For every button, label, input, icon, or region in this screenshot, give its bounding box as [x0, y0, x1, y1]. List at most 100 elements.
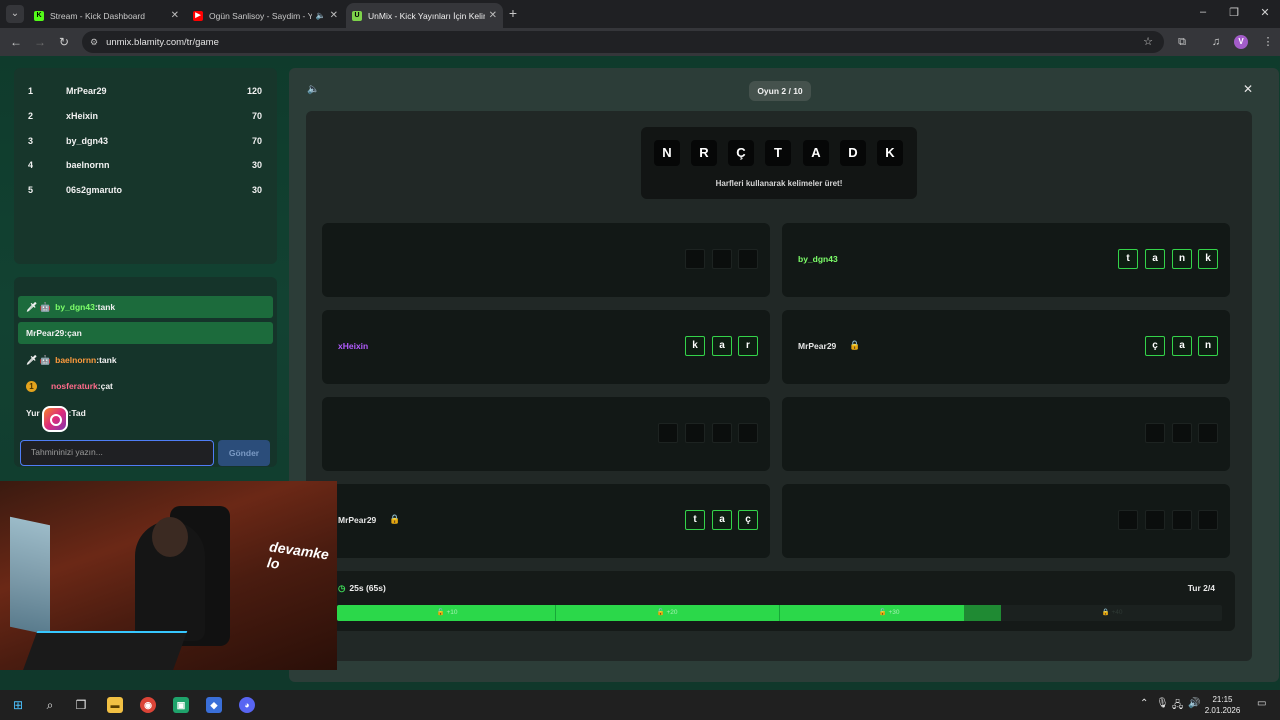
tab-title: Stream - Kick Dashboard — [50, 10, 145, 21]
clock-time: 21:15 — [1212, 695, 1233, 704]
solver-name: MrPear29 — [798, 341, 837, 351]
solver-name: xHeixin — [338, 341, 369, 351]
task-view-icon[interactable]: ❒ — [73, 697, 89, 713]
rank: 3 — [28, 136, 34, 146]
leaderboard-row: 4 baelnornn 30 — [14, 160, 277, 176]
mute-tab-icon[interactable]: 🔈 — [316, 11, 326, 20]
game-panel: 🔈 Oyun 2 / 10 ✕ N R Ç T A D K Harfleri k… — [289, 68, 1279, 682]
rank: 5 — [28, 185, 34, 195]
empty-tile — [712, 249, 732, 269]
marker-value: +40 — [1111, 609, 1123, 616]
tab-kick-dashboard[interactable]: K Stream - Kick Dashboard ✕ — [28, 3, 185, 28]
forward-arrow-icon[interactable]: → — [32, 34, 48, 50]
search-icon[interactable]: ⌕ — [42, 697, 58, 713]
browser-tab-bar: ⌄ K Stream - Kick Dashboard ✕ ▶ Ogün San… — [0, 0, 1280, 28]
chat-username: nosferaturk — [51, 381, 98, 391]
empty-tile — [1145, 423, 1165, 443]
app-icon[interactable]: ▣ — [173, 697, 189, 713]
profile-avatar[interactable]: V — [1234, 35, 1248, 49]
word-tile: k — [1198, 249, 1218, 269]
taskbar-clock[interactable]: 21:15 2.01.2026 — [1200, 694, 1245, 716]
volume-icon[interactable]: 🔊 — [1188, 698, 1200, 709]
close-tab-icon[interactable]: ✕ — [171, 10, 179, 21]
word-slot — [782, 484, 1230, 558]
player-score: 30 — [251, 160, 262, 170]
extensions-icon[interactable]: ⧉ — [1174, 34, 1190, 50]
chat-message: 🗡 🤖 baelnornn :tank — [18, 349, 273, 371]
word-tile: ç — [1145, 336, 1165, 356]
coin-badge-icon: 1 — [26, 380, 37, 392]
send-button[interactable]: Gönder — [218, 440, 270, 466]
more-menu-icon[interactable]: ⋮ — [1260, 34, 1276, 50]
player-name: MrPear29 — [66, 86, 107, 96]
word-slot — [322, 397, 770, 471]
letter-tile: N — [654, 140, 680, 166]
round-count: Tur 2/4 — [1187, 583, 1215, 593]
tray-expand-icon[interactable]: ⌃ — [1140, 698, 1148, 709]
restore-icon[interactable]: ❐ — [1226, 6, 1242, 19]
webcam-monitor — [10, 516, 50, 636]
leaderboard-row: 2 xHeixin 70 — [14, 111, 277, 127]
clock-date: 2.01.2026 — [1204, 706, 1241, 715]
word-tile: r — [738, 336, 758, 356]
word-tile: k — [685, 336, 705, 356]
letter-tile: D — [840, 140, 866, 166]
tab-unmix[interactable]: U UnMix - Kick Yayınları İçin Kelim ✕ — [346, 3, 503, 28]
site-info-icon[interactable]: ⚙ — [90, 37, 98, 48]
player-name: baelnornn — [66, 160, 110, 170]
chrome-icon[interactable]: ◉ — [140, 697, 156, 713]
address-bar[interactable]: ⚙ unmix.blamity.com/tr/game — [82, 31, 1164, 53]
tab-search-button[interactable]: ⌄ — [6, 5, 24, 23]
new-tab-button[interactable]: + — [505, 5, 521, 21]
chat-text: :tank — [94, 302, 116, 312]
game-page: 1 MrPear29 120 2 xHeixin 70 3 by_dgn43 7… — [0, 56, 1280, 690]
solver-name: MrPear29 — [338, 515, 377, 525]
word-tile: a — [712, 336, 732, 356]
chat-text: :çat — [97, 381, 113, 391]
marker-value: +20 — [666, 609, 678, 616]
close-tab-icon[interactable]: ✕ — [489, 10, 497, 21]
sound-icon[interactable]: 🔈 — [307, 84, 319, 95]
windows-start-icon[interactable]: ⊞ — [10, 697, 26, 713]
chat-username: baelnornn — [55, 355, 97, 365]
word-tile: n — [1172, 249, 1192, 269]
letter-tile: K — [877, 140, 903, 166]
game-round-badge: Oyun 2 / 10 — [749, 81, 811, 101]
word-tile: a — [712, 510, 732, 530]
bookmark-star-icon[interactable]: ☆ — [1140, 34, 1156, 50]
chat-badges: 🗡 🤖 — [26, 301, 52, 312]
youtube-icon: ▶ — [193, 10, 203, 21]
notifications-icon[interactable]: ▭ — [1257, 698, 1266, 709]
discord-icon[interactable]: ◕ — [239, 697, 255, 713]
microphone-icon[interactable]: 🎙 — [1156, 698, 1169, 709]
app-icon[interactable]: ◆ — [206, 697, 222, 713]
player-name: xHeixin — [66, 111, 99, 121]
close-tab-icon[interactable]: ✕ — [330, 10, 338, 21]
guess-input[interactable]: Tahmininizi yazın... — [20, 440, 214, 466]
tab-title: Ogün Sanlisoy - Saydim - Yo — [209, 10, 312, 21]
kick-icon: K — [34, 10, 44, 21]
windows-taskbar: ⊞ ⌕ ❒ ▬ ◉ ▣ ◆ ◕ ⌃ 🎙 🖧 🔊 21:15 2.01.2026 … — [0, 690, 1280, 720]
url-text: unmix.blamity.com/tr/game — [106, 36, 219, 48]
chat-username: Yur — [26, 408, 40, 418]
media-controls-icon[interactable]: ♫ — [1208, 34, 1224, 50]
letter-tile: Ç — [728, 140, 754, 166]
window-close-icon[interactable]: ✕ — [1257, 6, 1273, 19]
close-icon[interactable]: ✕ — [1243, 82, 1253, 96]
word-tile: a — [1145, 249, 1165, 269]
word-slot — [322, 223, 770, 297]
tab-youtube[interactable]: ▶ Ogün Sanlisoy - Saydim - Yo 🔈 ✕ — [187, 3, 344, 28]
file-explorer-icon[interactable]: ▬ — [107, 697, 123, 713]
player-score: 120 — [246, 86, 262, 96]
minimize-icon[interactable]: – — [1195, 6, 1211, 18]
word-tile: a — [1172, 336, 1192, 356]
leaderboard-row: 1 MrPear29 120 — [14, 86, 277, 102]
timer-text: 25s (65s) — [349, 583, 386, 593]
back-arrow-icon[interactable]: ← — [8, 34, 24, 50]
reload-icon[interactable]: ↻ — [56, 34, 72, 50]
chat-feed: 🗡 🤖 by_dgn43 :tank MrPear29 :çan 🗡 🤖 bae… — [14, 277, 277, 467]
network-icon[interactable]: 🖧 — [1172, 698, 1183, 715]
chat-badges: 🗡 🤖 — [26, 354, 52, 365]
letter-pool: N R Ç T A D K Harfleri kullanarak kelime… — [641, 127, 917, 199]
empty-tile — [685, 249, 705, 269]
